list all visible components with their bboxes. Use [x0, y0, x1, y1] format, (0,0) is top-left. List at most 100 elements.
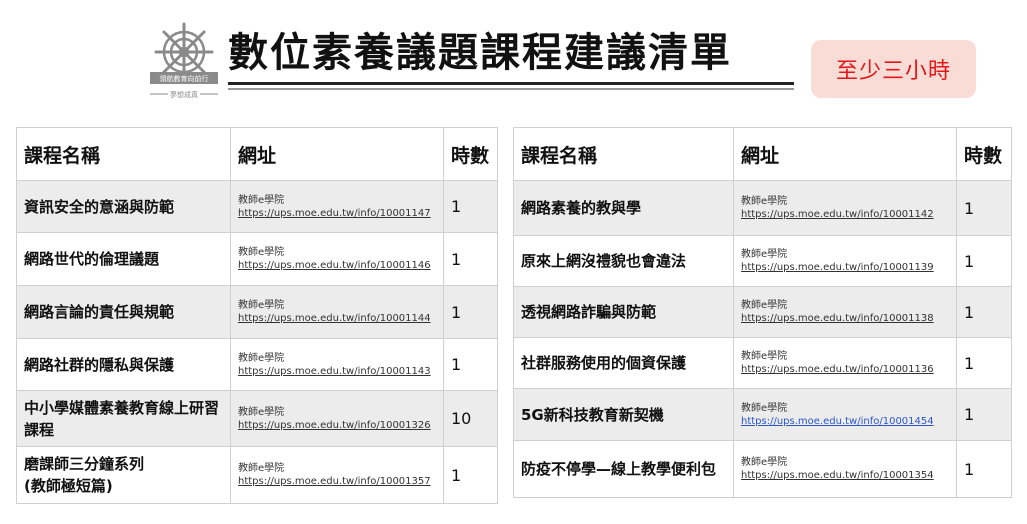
course-name-cell: 社群服務使用的個資保護: [513, 337, 734, 389]
course-url-cell: 教師e學院 https://ups.moe.edu.tw/info/1000135…: [733, 440, 957, 498]
table-row: 透視網路詐騙與防範 教師e學院 https://ups.moe.edu.tw/inf…: [513, 286, 1012, 338]
course-link[interactable]: https://ups.moe.edu.tw/info/10001357: [238, 475, 443, 488]
course-url-cell: 教師e學院 https://ups.moe.edu.tw/info/1000113…: [733, 337, 957, 389]
course-hours: 1: [443, 232, 498, 286]
title-underline-shadow: [228, 88, 794, 90]
site-name: 教師e學院: [238, 247, 285, 258]
table-row: 網路言論的責任與規範 教師e學院 https://ups.moe.edu.tw/in…: [16, 285, 498, 339]
course-url-cell: 教師e學院 https://ups.moe.edu.tw/info/1000114…: [230, 285, 444, 339]
course-name-cell: 磨課師三分鐘系列 (教師極短篇): [16, 446, 231, 504]
course-hours: 1: [956, 388, 1012, 441]
header-hours: 時數: [443, 127, 498, 181]
course-hours: 1: [956, 440, 1012, 498]
course-hours: 1: [956, 180, 1012, 236]
site-name: 教師e學院: [741, 402, 788, 414]
course-url-cell: 教師e學院 https://ups.moe.edu.tw/info/1000135…: [230, 446, 444, 504]
course-name: 網路素養的教與學: [521, 199, 642, 217]
course-name-cell: 網路素養的教與學: [513, 180, 734, 236]
course-hours: 1: [956, 235, 1012, 287]
course-url-cell: 教師e學院 https://ups.moe.edu.tw/info/1000145…: [733, 388, 957, 441]
course-link[interactable]: https://ups.moe.edu.tw/info/10001147: [238, 207, 443, 220]
course-hours: 10: [443, 390, 498, 447]
site-name: 教師e學院: [741, 457, 788, 468]
course-name: 透視網路詐騙與防範: [521, 303, 657, 321]
course-name: 中小學媒體素養教育線上研習課程: [24, 398, 220, 439]
page-title: 數位素養議題課程建議清單: [228, 30, 732, 76]
site-name: 教師e學院: [741, 249, 788, 260]
course-table-left: 課程名稱 網址 時數 資訊安全的意涵與防範 教師e學院 https://ups.mo…: [16, 127, 498, 504]
site-name: 教師e學院: [238, 406, 285, 418]
course-link[interactable]: https://ups.moe.edu.tw/info/10001138: [741, 312, 956, 325]
course-url-cell: 教師e學院 https://ups.moe.edu.tw/info/1000114…: [230, 180, 444, 233]
course-hours: 1: [956, 337, 1012, 389]
course-url-cell: 教師e學院 https://ups.moe.edu.tw/info/1000114…: [230, 338, 444, 391]
course-link[interactable]: https://ups.moe.edu.tw/info/10001354: [741, 469, 956, 482]
course-name: 資訊安全的意涵與防範: [24, 197, 175, 216]
table-row: 資訊安全的意涵與防範 教師e學院 https://ups.moe.edu.tw/in…: [16, 180, 498, 233]
course-name-cell: 網路世代的倫理議題: [16, 232, 231, 286]
helm-logo: 領航教育向前行 夢想成真: [150, 22, 218, 99]
title-underline: [228, 82, 794, 85]
course-link[interactable]: https://ups.moe.edu.tw/info/10001142: [741, 208, 956, 221]
course-url-cell: 教師e學院 https://ups.moe.edu.tw/info/1000113…: [733, 286, 957, 338]
course-hours: 1: [443, 285, 498, 339]
hours-badge: 至少三小時: [811, 40, 976, 98]
table-row: 5G新科技教育新契機 教師e學院 https://ups.moe.edu.tw/in…: [513, 388, 1012, 441]
course-name: 原來上網沒禮貌也會違法: [521, 252, 687, 270]
course-link[interactable]: https://ups.moe.edu.tw/info/10001146: [238, 259, 443, 272]
table-row: 磨課師三分鐘系列 (教師極短篇) 教師e學院 https://ups.moe.edu…: [16, 446, 498, 504]
course-url-cell: 教師e學院 https://ups.moe.edu.tw/info/1000113…: [733, 235, 957, 287]
header-hours: 時數: [956, 127, 1012, 181]
course-name-cell: 透視網路詐騙與防範: [513, 286, 734, 338]
course-link[interactable]: https://ups.moe.edu.tw/info/10001144: [238, 312, 443, 325]
site-name: 教師e學院: [238, 300, 285, 311]
course-link[interactable]: https://ups.moe.edu.tw/info/10001136: [741, 363, 956, 376]
site-name: 教師e學院: [238, 463, 285, 474]
course-name: 磨課師三分鐘系列 (教師極短篇): [24, 455, 145, 495]
table-header-row: 課程名稱 網址 時數: [513, 127, 1012, 181]
table-row: 中小學媒體素養教育線上研習課程 教師e學院 https://ups.moe.edu.…: [16, 390, 498, 447]
header-url: 網址: [230, 127, 444, 181]
course-name-cell: 中小學媒體素養教育線上研習課程: [16, 390, 231, 447]
course-name: 網路世代的倫理議題: [24, 250, 160, 268]
site-name: 教師e學院: [741, 351, 788, 362]
table-row: 原來上網沒禮貌也會違法 教師e學院 https://ups.moe.edu.tw/i…: [513, 235, 1012, 287]
course-link[interactable]: https://ups.moe.edu.tw/info/10001454: [741, 415, 956, 428]
course-table-right: 課程名稱 網址 時數 網路素養的教與學 教師e學院 https://ups.moe.…: [513, 127, 1012, 498]
header-url: 網址: [733, 127, 957, 181]
table-row: 社群服務使用的個資保護 教師e學院 https://ups.moe.edu.tw/i…: [513, 337, 1012, 389]
course-hours: 1: [443, 180, 498, 233]
header-course-name: 課程名稱: [16, 127, 231, 181]
course-name: 5G新科技教育新契機: [521, 405, 664, 424]
course-link[interactable]: https://ups.moe.edu.tw/info/10001139: [741, 261, 956, 274]
logo-caption-bottom: 夢想成真: [170, 90, 198, 99]
site-name: 教師e學院: [238, 194, 285, 206]
course-name: 網路言論的責任與規範: [24, 303, 175, 321]
table-row: 防疫不停學—線上教學便利包 教師e學院 https://ups.moe.edu.tw…: [513, 440, 1012, 498]
site-name: 教師e學院: [238, 352, 285, 364]
table-row: 網路素養的教與學 教師e學院 https://ups.moe.edu.tw/info…: [513, 180, 1012, 236]
table-row: 網路世代的倫理議題 教師e學院 https://ups.moe.edu.tw/inf…: [16, 232, 498, 286]
course-hours: 1: [956, 286, 1012, 338]
course-name: 網路社群的隱私與保護: [24, 355, 175, 374]
course-link[interactable]: https://ups.moe.edu.tw/info/10001143: [238, 365, 443, 378]
site-name: 教師e學院: [741, 196, 788, 207]
header-course-name: 課程名稱: [513, 127, 734, 181]
course-name-cell: 網路社群的隱私與保護: [16, 338, 231, 391]
course-url-cell: 教師e學院 https://ups.moe.edu.tw/info/1000114…: [230, 232, 444, 286]
site-name: 教師e學院: [741, 300, 788, 311]
course-hours: 1: [443, 446, 498, 504]
course-name-cell: 防疫不停學—線上教學便利包: [513, 440, 734, 498]
course-name: 防疫不停學—線上教學便利包: [521, 460, 717, 478]
course-name-cell: 資訊安全的意涵與防範: [16, 180, 231, 233]
course-link[interactable]: https://ups.moe.edu.tw/info/10001326: [238, 419, 443, 432]
table-header-row: 課程名稱 網址 時數: [16, 127, 498, 181]
course-url-cell: 教師e學院 https://ups.moe.edu.tw/info/1000114…: [733, 180, 957, 236]
course-hours: 1: [443, 338, 498, 391]
logo-caption-top: 領航教育向前行: [160, 74, 209, 83]
course-name-cell: 原來上網沒禮貌也會違法: [513, 235, 734, 287]
course-url-cell: 教師e學院 https://ups.moe.edu.tw/info/1000132…: [230, 390, 444, 447]
course-name-cell: 網路言論的責任與規範: [16, 285, 231, 339]
course-name-cell: 5G新科技教育新契機: [513, 388, 734, 441]
course-name: 社群服務使用的個資保護: [521, 354, 687, 372]
